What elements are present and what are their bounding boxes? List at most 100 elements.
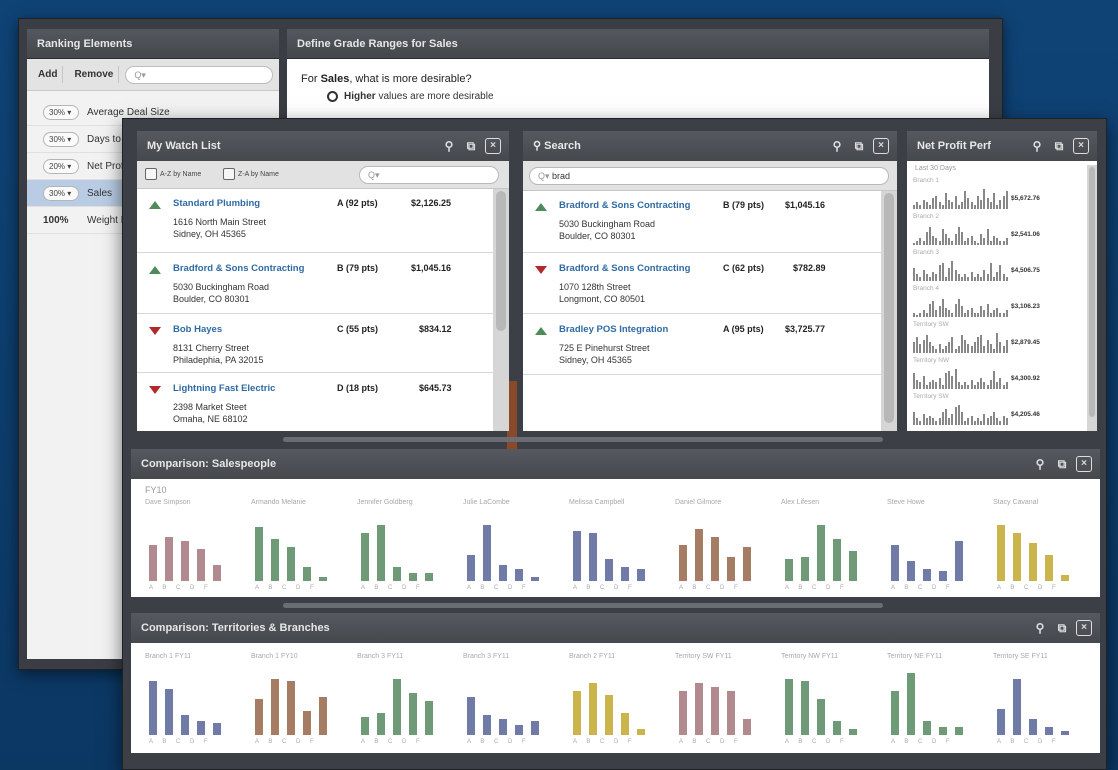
- grade-bar[interactable]: [255, 699, 263, 735]
- grade-bar[interactable]: [573, 691, 581, 735]
- net-profit-scrollbar[interactable]: [1087, 165, 1097, 431]
- grade-bar[interactable]: [467, 555, 475, 581]
- ranking-search-input[interactable]: Q▾: [125, 65, 273, 84]
- search-result[interactable]: Bradford & Sons Contracting 1070 128th S…: [523, 254, 881, 314]
- grade-bar[interactable]: [923, 721, 931, 735]
- watch-item[interactable]: Lightning Fast Electric 2398 Market Stee…: [137, 374, 493, 431]
- grade-bar[interactable]: [907, 561, 915, 581]
- add-button[interactable]: Add: [33, 66, 64, 83]
- search-input[interactable]: Q▾ brad: [529, 167, 889, 185]
- grade-bar[interactable]: [1045, 727, 1053, 735]
- grade-bar[interactable]: [605, 559, 613, 581]
- comparison-group[interactable]: Jennifer Goldberg A B C D F: [357, 499, 457, 591]
- weight-select[interactable]: 30% ▾: [43, 185, 79, 201]
- watch-item[interactable]: Bradford & Sons Contracting 5030 Bucking…: [137, 254, 493, 314]
- grade-bar[interactable]: [1061, 575, 1069, 581]
- grade-bar[interactable]: [801, 681, 809, 735]
- comparison-group[interactable]: Branch 1 FY10 A B C D F: [251, 653, 351, 745]
- grade-bar[interactable]: [515, 725, 523, 735]
- comparison-group[interactable]: Dave Simpson A B C D F: [145, 499, 245, 591]
- grade-bar[interactable]: [923, 569, 931, 581]
- comparison-group[interactable]: Stacy Cavanal A B C D F: [993, 499, 1093, 591]
- grade-bar[interactable]: [425, 573, 433, 581]
- grade-bar[interactable]: [377, 713, 385, 735]
- popout-icon[interactable]: ⧉: [851, 138, 867, 154]
- filter-icon[interactable]: ⚲: [1032, 456, 1048, 472]
- grade-bar[interactable]: [361, 533, 369, 581]
- grade-bar[interactable]: [573, 531, 581, 581]
- grade-bar[interactable]: [165, 537, 173, 581]
- grade-bar[interactable]: [515, 569, 523, 581]
- sort-az-button[interactable]: A-Z by Name: [145, 168, 201, 180]
- sort-za-button[interactable]: Z-A by Name: [223, 168, 279, 180]
- grade-bar[interactable]: [817, 525, 825, 581]
- grade-bar[interactable]: [891, 545, 899, 581]
- panel-scroll-indicator[interactable]: [283, 437, 883, 442]
- grade-bar[interactable]: [711, 687, 719, 735]
- grade-bar[interactable]: [271, 679, 279, 735]
- grade-bar[interactable]: [467, 697, 475, 735]
- grade-bar[interactable]: [801, 557, 809, 581]
- grade-bar[interactable]: [409, 573, 417, 581]
- grade-bar[interactable]: [589, 683, 597, 735]
- grade-bar[interactable]: [589, 533, 597, 581]
- scroll-thumb[interactable]: [1089, 167, 1095, 417]
- search-dropdown-icon[interactable]: Q▾: [538, 171, 550, 181]
- grade-bar[interactable]: [303, 711, 311, 735]
- comparison-group[interactable]: Alex Lifesen A B C D F: [781, 499, 881, 591]
- grade-bar[interactable]: [197, 721, 205, 735]
- close-icon[interactable]: ×: [1076, 620, 1092, 636]
- filter-icon[interactable]: ⚲: [1029, 138, 1045, 154]
- grade-bar[interactable]: [679, 691, 687, 735]
- comparison-group[interactable]: Daniel Gilmore A B C D F: [675, 499, 775, 591]
- company-link[interactable]: Lightning Fast Electric: [173, 383, 275, 394]
- grade-bar[interactable]: [213, 723, 221, 735]
- weight-select[interactable]: 30% ▾: [43, 104, 79, 120]
- scroll-thumb[interactable]: [496, 191, 506, 331]
- grade-bar[interactable]: [679, 545, 687, 581]
- grade-bar[interactable]: [743, 547, 751, 581]
- grade-bar[interactable]: [303, 567, 311, 581]
- grade-bar[interactable]: [409, 693, 417, 735]
- comparison-group[interactable]: Territory SW FY11 A B C D F: [675, 653, 775, 745]
- grade-bar[interactable]: [621, 713, 629, 735]
- grade-bar[interactable]: [483, 525, 491, 581]
- grade-bar[interactable]: [637, 729, 645, 735]
- panel-scroll-indicator[interactable]: [283, 603, 883, 608]
- grade-bar[interactable]: [271, 539, 279, 581]
- weight-select[interactable]: 30% ▾: [43, 131, 79, 147]
- grade-bar[interactable]: [605, 695, 613, 735]
- popout-icon[interactable]: ⧉: [1054, 620, 1070, 636]
- grade-bar[interactable]: [621, 567, 629, 581]
- grade-bar[interactable]: [287, 547, 295, 581]
- grade-bar[interactable]: [531, 577, 539, 581]
- filter-icon[interactable]: ⚲: [829, 138, 845, 154]
- grade-bar[interactable]: [849, 729, 857, 735]
- popout-icon[interactable]: ⧉: [1051, 138, 1067, 154]
- comparison-group[interactable]: Territory NW FY11 A B C D F: [781, 653, 881, 745]
- company-link[interactable]: Bradley POS Integration: [559, 324, 668, 335]
- comparison-group[interactable]: Melissa Campbell A B C D F: [569, 499, 669, 591]
- grade-bar[interactable]: [891, 691, 899, 735]
- filter-icon[interactable]: ⚲: [1032, 620, 1048, 636]
- comparison-group[interactable]: Armando Melanie A B C D F: [251, 499, 351, 591]
- comparison-group[interactable]: Branch 2 FY11 A B C D F: [569, 653, 669, 745]
- search-result[interactable]: Bradford & Sons Contracting 5030 Bucking…: [523, 191, 881, 253]
- popout-icon[interactable]: ⧉: [463, 138, 479, 154]
- grade-bar[interactable]: [319, 697, 327, 735]
- grade-bar[interactable]: [785, 679, 793, 735]
- grade-bar[interactable]: [149, 681, 157, 735]
- company-link[interactable]: Bradford & Sons Contracting: [173, 263, 304, 274]
- grade-bar[interactable]: [695, 529, 703, 581]
- grade-bar[interactable]: [319, 577, 327, 581]
- grade-bar[interactable]: [1061, 731, 1069, 735]
- grade-bar[interactable]: [165, 689, 173, 735]
- grade-bar[interactable]: [637, 569, 645, 581]
- grade-bar[interactable]: [499, 565, 507, 581]
- grade-bar[interactable]: [361, 717, 369, 735]
- comparison-group[interactable]: Steve Howe A B C D F: [887, 499, 987, 591]
- grade-bar[interactable]: [499, 719, 507, 735]
- search-result[interactable]: Bradley POS Integration 725 E Pinehurst …: [523, 315, 881, 375]
- grade-bar[interactable]: [955, 727, 963, 735]
- weight-select[interactable]: 20% ▾: [43, 158, 79, 174]
